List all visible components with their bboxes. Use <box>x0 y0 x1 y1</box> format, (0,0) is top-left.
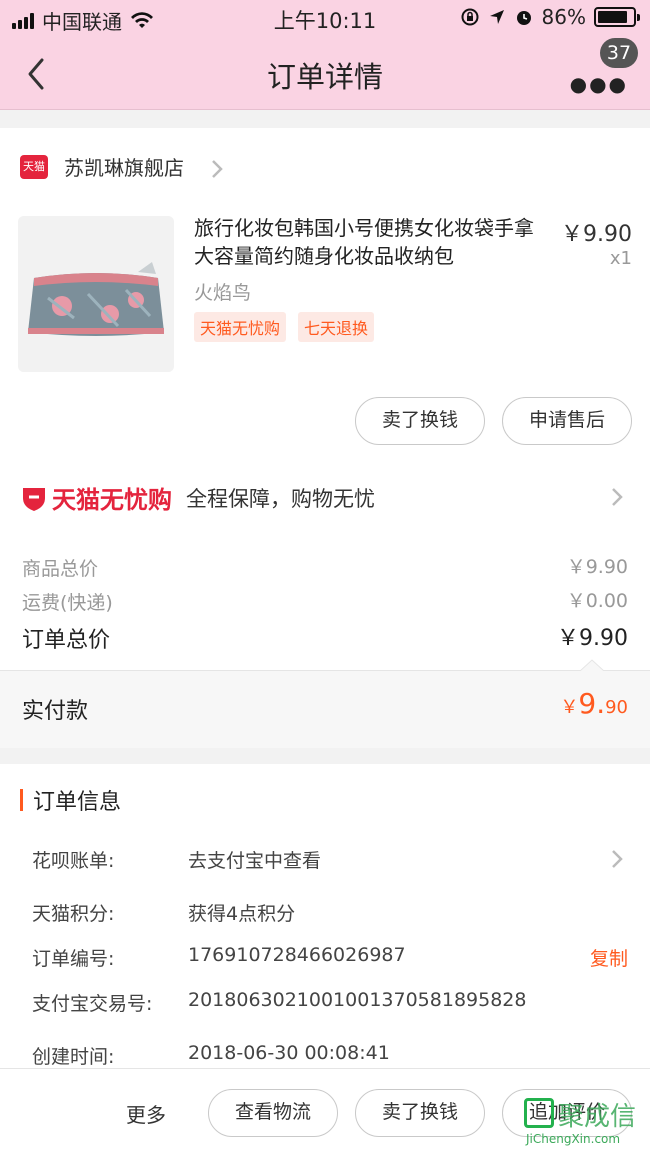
shipping-value: ￥0.00 <box>566 590 628 612</box>
shop-name[interactable]: 苏凯琳旗舰店 <box>64 152 184 181</box>
location-arrow-icon <box>489 10 504 24</box>
info-label-order-number: 订单编号: <box>32 948 115 970</box>
goods-total-value: ￥9.90 <box>566 556 628 578</box>
section-accent-bar <box>20 789 23 811</box>
info-value-huabei[interactable]: 去支付宝中查看 <box>188 846 321 873</box>
paid-currency: ￥ <box>560 697 579 718</box>
paid-caret <box>580 659 604 671</box>
alarm-icon <box>516 11 531 25</box>
info-value-order-number: 176910728466026987 <box>188 944 406 966</box>
product-card: 天猫 苏凯琳旗舰店 旅行化妆包韩国小号便携女化妆袋手拿大容量简约随身化妆品收纳包… <box>0 128 650 452</box>
paid-value: ￥9.90 <box>560 687 628 720</box>
battery-fill <box>598 11 628 23</box>
status-right: 86% <box>460 5 640 29</box>
product-title[interactable]: 旅行化妆包韩国小号便携女化妆袋手拿大容量简约随身化妆品收纳包 <box>194 214 544 270</box>
shop-chevron-right-icon[interactable] <box>210 158 224 180</box>
nav-bar: 订单详情 ●●● 37 <box>0 36 650 110</box>
battery-percent: 86% <box>541 5 586 29</box>
copy-order-number-button[interactable]: 复制 <box>590 944 628 971</box>
paid-decimal: 90 <box>605 697 628 718</box>
product-spec: 火焰鸟 <box>194 282 252 304</box>
guarantee-brand-text: 天猫无忧购 <box>52 486 172 514</box>
footer-sell-button[interactable]: 卖了换钱 <box>355 1089 485 1137</box>
tag-seven-day-return: 七天退换 <box>298 312 375 342</box>
order-total-label: 订单总价 <box>22 628 111 653</box>
tag-tmall-worry-free: 天猫无忧购 <box>194 312 287 342</box>
paid-row: 实付款 ￥9.90 <box>0 659 650 748</box>
order-info-title: 订单信息 <box>33 790 122 815</box>
guarantee-chevron-right-icon[interactable] <box>610 486 624 508</box>
watermark-text: 聚成信 <box>558 1102 637 1132</box>
after-sale-button[interactable]: 申请售后 <box>502 397 632 445</box>
more-button[interactable]: 更多 <box>126 1099 166 1128</box>
shield-icon <box>23 487 45 511</box>
product-quantity: x1 <box>609 248 632 269</box>
guarantee-text: 全程保障，购物无忧 <box>186 486 375 511</box>
info-label-created-time: 创建时间: <box>32 1046 115 1068</box>
watermark: 聚成信 JiChengXin.com <box>524 1096 644 1152</box>
watermark-logo-icon <box>524 1098 554 1128</box>
message-count-badge[interactable]: 37 <box>600 38 638 68</box>
order-total-value: ￥9.90 <box>557 626 628 651</box>
info-label-huabei: 花呗账单: <box>32 850 115 872</box>
paid-label: 实付款 <box>22 699 89 724</box>
more-menu-icon[interactable]: ●●● <box>570 72 628 96</box>
bottom-action-bar: 更多 查看物流 卖了换钱 追加评价 聚成信 JiChengXin.com <box>0 1068 650 1156</box>
info-label-points: 天猫积分: <box>32 903 115 925</box>
product-tags: 天猫无忧购 七天退换 <box>194 312 375 342</box>
sell-button[interactable]: 卖了换钱 <box>355 397 485 445</box>
order-info-header: 订单信息 <box>20 784 121 816</box>
guarantee-brand: 天猫无忧购 <box>20 480 172 515</box>
rotation-lock-icon <box>461 8 479 26</box>
status-bar: 中国联通 上午10:11 86% <box>0 0 650 36</box>
battery-icon <box>594 7 640 27</box>
info-value-created-time: 2018-06-30 00:08:41 <box>188 1042 390 1064</box>
tmall-logo-icon: 天猫 <box>20 154 48 179</box>
view-logistics-button[interactable]: 查看物流 <box>208 1089 338 1137</box>
paid-integer: 9. <box>578 687 606 720</box>
info-value-alipay-trade: 2018063021001001370581895828 <box>188 989 527 1011</box>
info-label-alipay-trade: 支付宝交易号: <box>32 993 153 1015</box>
goods-total-label: 商品总价 <box>22 558 99 580</box>
product-image[interactable] <box>18 216 174 372</box>
guarantee-row[interactable]: 天猫无忧购 全程保障，购物无忧 <box>20 480 375 515</box>
watermark-url: JiChengXin.com <box>526 1132 621 1146</box>
cosmetic-bag-illustration <box>18 216 174 372</box>
huabei-chevron-right-icon[interactable] <box>610 848 624 870</box>
page-title: 订单详情 <box>266 60 383 94</box>
product-price: ￥9.90 <box>561 222 632 247</box>
shipping-label: 运费(快递) <box>22 592 113 614</box>
info-value-points: 获得4点积分 <box>188 903 296 925</box>
shop-row[interactable]: 天猫 苏凯琳旗舰店 <box>20 152 184 181</box>
